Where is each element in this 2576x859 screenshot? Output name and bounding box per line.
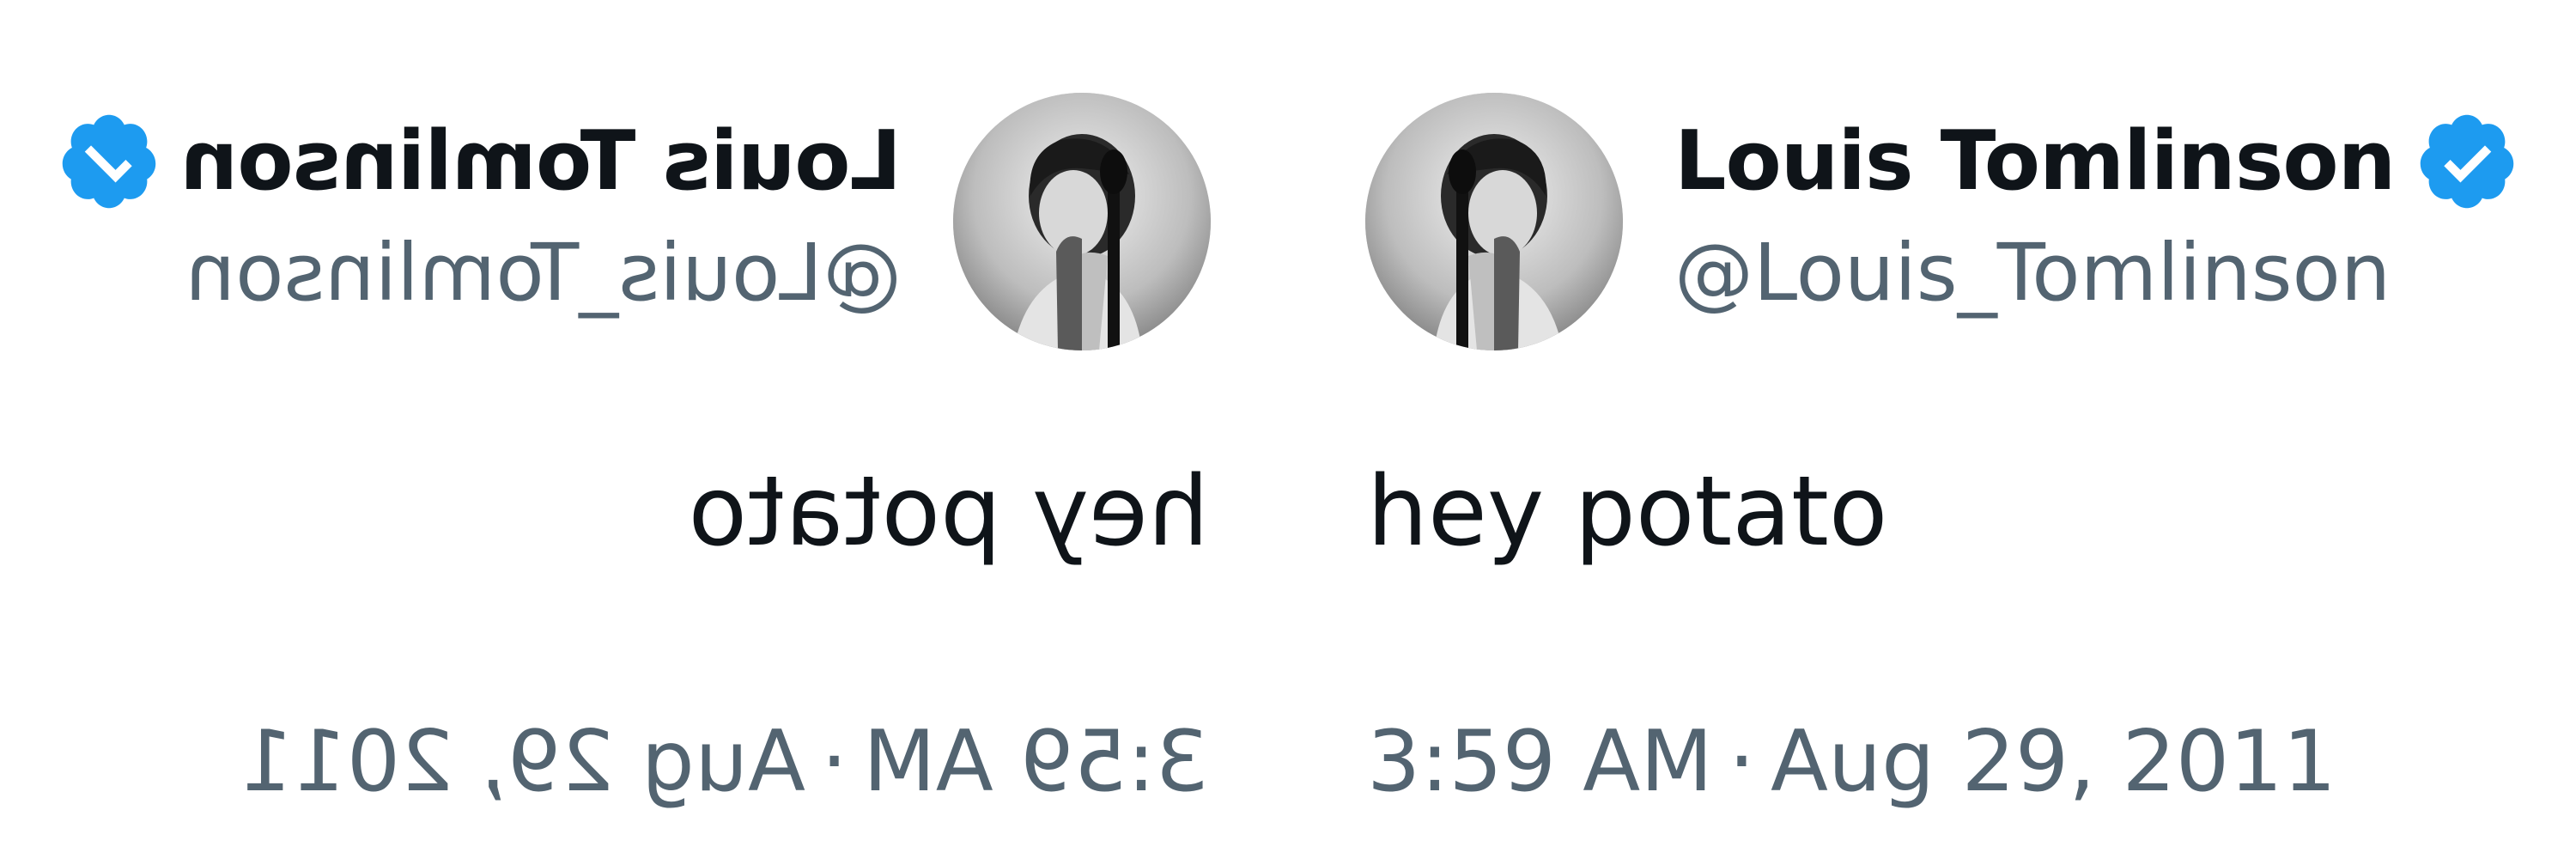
tweet-date: Aug 29, 2011 [240,713,806,811]
profile-photo [953,93,1211,350]
separator-dot: · [1728,713,1755,811]
avatar[interactable] [953,93,1211,350]
handle[interactable]: @Louis_Tomlinson [185,227,902,319]
tweet-card-mirrored: Louis Tomlinson @Louis_Tomlinson hey pot… [0,0,1288,859]
verified-badge-icon [2421,114,2514,209]
timestamp[interactable]: 3:59 AM·Aug 29, 2011 [240,713,1209,811]
profile-photo [1365,93,1623,350]
tweet-date: Aug 29, 2011 [1770,713,2336,811]
avatar[interactable] [1365,93,1623,350]
display-name[interactable]: Louis Tomlinson [181,114,902,209]
timestamp[interactable]: 3:59 AM·Aug 29, 2011 [1367,720,2336,804]
name-row: Louis Tomlinson [1674,110,2520,213]
handle[interactable]: @Louis_Tomlinson [1674,234,2391,313]
tweet-time: 3:59 AM [1367,713,1713,811]
verified-badge-icon [62,114,155,209]
tweet-text: hey potato [688,456,1209,568]
tweet-card: Louis Tomlinson @Louis_Tomlinson hey pot… [1288,0,2576,859]
tweet-text: hey potato [1367,456,1888,568]
display-name[interactable]: Louis Tomlinson [1674,120,2396,203]
separator-dot: · [821,713,848,811]
tweet-time: 3:59 AM [863,713,1209,811]
name-row: Louis Tomlinson [56,110,902,213]
